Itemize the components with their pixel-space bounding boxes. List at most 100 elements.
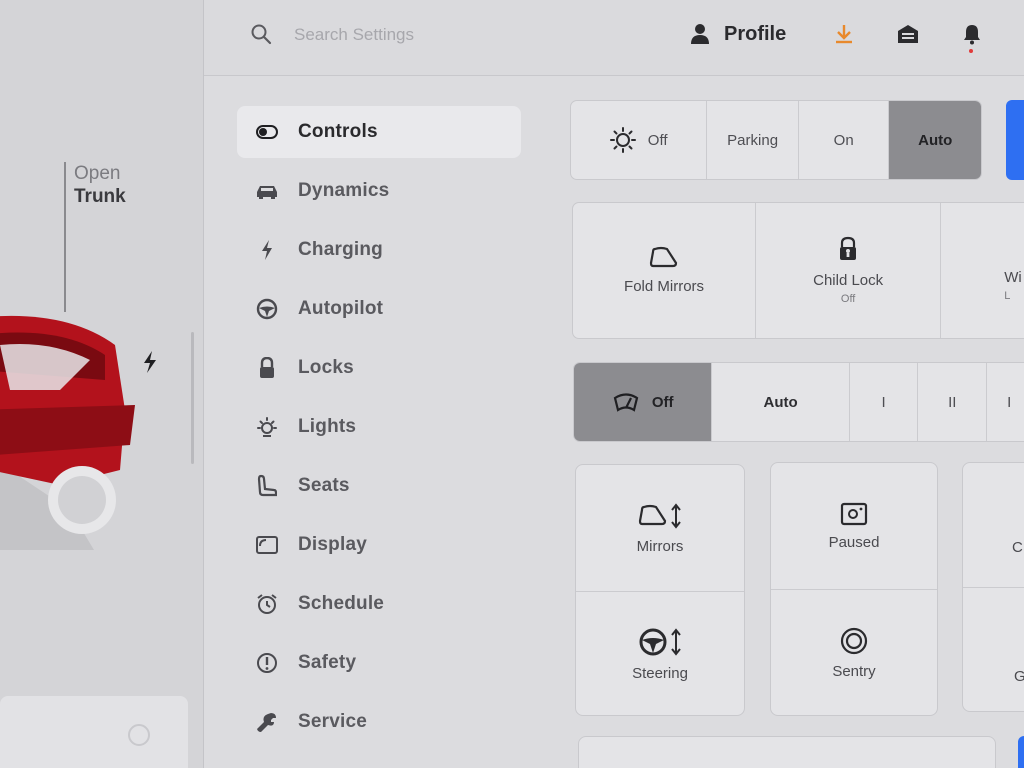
- nav-item-service[interactable]: Service: [237, 696, 521, 748]
- wiper-speed-2-label: II: [948, 393, 957, 411]
- quick-controls-row: Fold Mirrors Child Lock Off Wi L: [572, 202, 1024, 339]
- lights-on-label: On: [833, 131, 854, 149]
- nav-item-autopilot[interactable]: Autopilot: [237, 283, 521, 335]
- info-icon[interactable]: [128, 724, 150, 746]
- wiper-icon: [613, 393, 639, 412]
- steering-label: Steering: [632, 665, 688, 682]
- sentry-label: Sentry: [832, 663, 876, 680]
- mirror-adjust-icon: [638, 502, 681, 529]
- dashcam-button[interactable]: Paused: [771, 463, 937, 589]
- lights-mode-selector: Off Parking On Auto: [570, 100, 982, 180]
- nav-item-controls[interactable]: Controls: [237, 106, 521, 158]
- steering-adjust-button[interactable]: Steering: [576, 592, 744, 715]
- trunk-open-text[interactable]: Open: [74, 163, 120, 185]
- mirror-icon: [649, 246, 678, 268]
- car-rear-image: [0, 315, 135, 550]
- lights-off-option[interactable]: Off: [571, 101, 708, 179]
- nav-label: Seats: [298, 475, 350, 496]
- nav-label: Service: [298, 711, 368, 732]
- car-bottom-card[interactable]: [0, 696, 188, 768]
- nav-item-dynamics[interactable]: Dynamics: [237, 165, 521, 217]
- nav-label: Dynamics: [298, 180, 390, 201]
- card-divider: [963, 587, 1024, 588]
- car-icon: [255, 179, 279, 203]
- nav-item-display[interactable]: Display: [237, 519, 521, 571]
- wiper-speed-2-option[interactable]: II: [918, 363, 988, 441]
- nav-label: Controls: [298, 121, 378, 142]
- lights-off-label: Off: [647, 131, 668, 149]
- lights-on-option[interactable]: On: [799, 101, 890, 179]
- child-lock-icon: [840, 236, 857, 260]
- child-lock-label: Child Lock: [813, 272, 884, 289]
- lights-auto-label: Auto: [918, 131, 953, 149]
- download-icon[interactable]: [832, 22, 856, 46]
- blue-toggle-edge[interactable]: [1006, 100, 1024, 180]
- profile-button[interactable]: Profile: [690, 20, 786, 48]
- wiper-speed-3-option[interactable]: I: [987, 363, 1024, 441]
- trunk-divider: [64, 162, 66, 312]
- garage-icon[interactable]: [896, 22, 920, 46]
- wiper-mode-selector: Off Auto I II I: [573, 362, 1024, 442]
- person-icon: [691, 24, 709, 44]
- notification-dot: [969, 49, 973, 53]
- nav-item-seats[interactable]: Seats: [237, 460, 521, 512]
- nav-item-lights[interactable]: Lights: [237, 401, 521, 453]
- wiper-auto-label: Auto: [763, 393, 798, 411]
- dashcam-icon: [840, 502, 868, 525]
- sentry-button[interactable]: Sentry: [771, 590, 937, 715]
- wiper-speed-3-label: I: [1007, 393, 1012, 411]
- window-lock-label: Wi: [1004, 269, 1022, 286]
- nav-item-safety[interactable]: Safety: [237, 637, 521, 689]
- nav-item-locks[interactable]: Locks: [237, 342, 521, 394]
- lock-icon: [255, 356, 279, 380]
- right-cut-card-label-2[interactable]: G: [1014, 668, 1024, 685]
- bottom-blue-edge[interactable]: [1018, 736, 1024, 768]
- car-panel: Open Trunk: [0, 0, 204, 768]
- nav-label: Safety: [298, 652, 357, 673]
- bolt-icon: [255, 238, 279, 262]
- car-panel-scrollbar[interactable]: [191, 332, 194, 464]
- child-lock-status: Off: [840, 293, 856, 305]
- nav-label: Display: [298, 534, 367, 555]
- alarm-clock-icon: [255, 592, 279, 616]
- steering-adjust-icon: [639, 628, 681, 656]
- light-icon: [255, 415, 279, 439]
- child-lock-tile[interactable]: Child Lock Off: [756, 203, 942, 338]
- search-input[interactable]: [294, 22, 594, 48]
- fold-mirrors-tile[interactable]: Fold Mirrors: [573, 203, 757, 338]
- nav-item-charging[interactable]: Charging: [237, 224, 521, 276]
- nav-label: Locks: [298, 357, 354, 378]
- window-lock-tile[interactable]: Wi L: [941, 203, 1024, 338]
- dashcam-card: Paused Sentry: [770, 462, 938, 716]
- wrench-icon: [255, 710, 279, 734]
- lights-auto-option[interactable]: Auto: [889, 101, 981, 179]
- wiper-off-label: Off: [651, 393, 674, 411]
- toggle-icon: [255, 120, 279, 144]
- lights-parking-option[interactable]: Parking: [707, 101, 799, 179]
- mirrors-label: Mirrors: [636, 537, 684, 555]
- sentry-icon: [840, 627, 868, 655]
- wiper-speed-1-label: I: [881, 393, 886, 411]
- trunk-label[interactable]: Trunk: [74, 186, 126, 208]
- search-icon[interactable]: [250, 23, 272, 45]
- settings-nav: Controls Dynamics Charging Autopilot Loc…: [237, 106, 521, 755]
- seat-icon: [255, 474, 279, 498]
- nav-item-schedule[interactable]: Schedule: [237, 578, 521, 630]
- steering-wheel-icon: [255, 297, 279, 321]
- wiper-off-option[interactable]: Off: [574, 363, 713, 441]
- dashcam-label: Paused: [828, 533, 880, 551]
- wiper-speed-1-option[interactable]: I: [850, 363, 919, 441]
- nav-label: Charging: [298, 239, 383, 260]
- nav-label: Lights: [298, 416, 357, 437]
- nav-label: Schedule: [298, 593, 385, 614]
- headlight-icon: [609, 127, 636, 153]
- bottom-card[interactable]: [578, 736, 996, 768]
- alert-circle-icon: [255, 651, 279, 675]
- bell-icon[interactable]: [960, 22, 984, 46]
- mirrors-adjust-button[interactable]: Mirrors: [576, 465, 744, 591]
- right-cut-card-label-1[interactable]: C: [1012, 539, 1023, 556]
- adjust-card: Mirrors Steering: [575, 464, 745, 716]
- wiper-auto-option[interactable]: Auto: [712, 363, 850, 441]
- lights-parking-label: Parking: [727, 131, 779, 149]
- window-lock-status: L: [1004, 290, 1011, 302]
